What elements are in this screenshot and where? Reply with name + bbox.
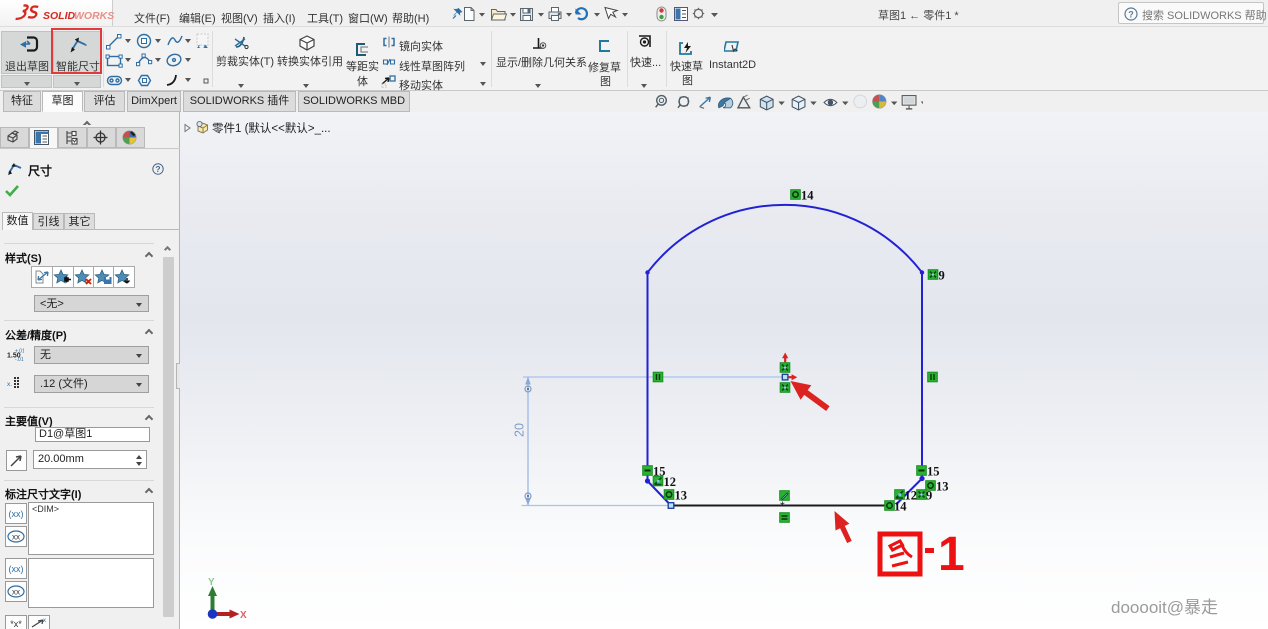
svg-text:*: * [780, 499, 785, 513]
svg-text:15: 15 [927, 465, 940, 479]
svg-text:Y: Y [208, 577, 215, 588]
svg-text:20: 20 [513, 423, 527, 437]
svg-text:X: X [240, 610, 247, 621]
svg-text:13: 13 [675, 489, 688, 503]
svg-text:13: 13 [936, 480, 949, 494]
svg-text:12: 12 [664, 475, 677, 489]
svg-text:9: 9 [939, 269, 945, 283]
svg-text:?: ? [155, 164, 160, 174]
svg-text:dooooit@暴走: dooooit@暴走 [1111, 598, 1218, 617]
svg-text:-.01: -.01 [15, 357, 24, 362]
svg-text:?: ? [1128, 10, 1134, 20]
svg-text:x.: x. [7, 381, 12, 388]
svg-text:WORKS: WORKS [74, 10, 114, 22]
svg-text:SOLID: SOLID [43, 10, 76, 22]
svg-text:+.01: +.01 [15, 349, 24, 355]
svg-text:x: x [43, 618, 46, 624]
svg-text:xx: xx [12, 533, 20, 542]
svg-text:(xx): (xx) [9, 564, 24, 574]
svg-text:xx: xx [12, 588, 20, 597]
svg-text:(xx): (xx) [9, 509, 24, 519]
svg-text:零件1 (默认<<默认>_...: 零件1 (默认<<默认>_... [212, 121, 331, 135]
svg-text:1: 1 [938, 528, 965, 581]
svg-text:14: 14 [801, 189, 814, 203]
svg-text:14: 14 [894, 500, 907, 514]
svg-text:*x*: *x* [10, 619, 22, 629]
svg-text:9: 9 [926, 489, 932, 503]
